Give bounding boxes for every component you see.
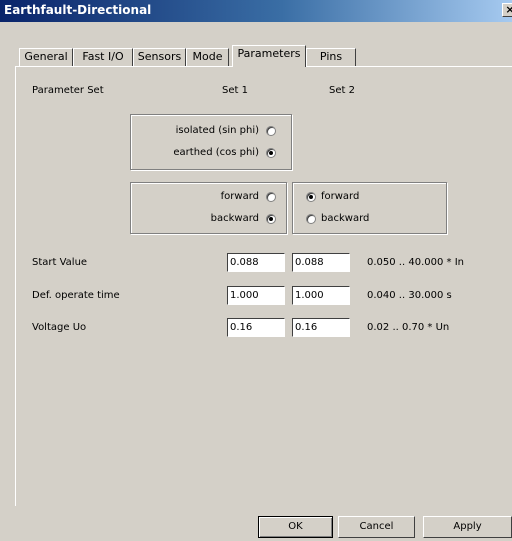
cancel-button[interactable]: Cancel	[338, 516, 415, 538]
isolated-label: isolated (sin phi)	[175, 125, 259, 136]
set2-backward-label: backward	[321, 213, 370, 224]
parameter-set-label: Parameter Set	[32, 85, 104, 96]
isolated-radio[interactable]	[266, 126, 276, 136]
voltage-uo-set1-input[interactable]	[227, 318, 285, 337]
set2-forward-radio[interactable]	[306, 192, 316, 202]
close-icon: ×	[505, 3, 512, 16]
grounding-group: isolated (sin phi) earthed (cos phi)	[130, 114, 292, 170]
parameters-panel: Parameter Set Set 1 Set 2 isolated (sin …	[15, 66, 512, 506]
set1-forward-label: forward	[220, 191, 259, 202]
set1-header: Set 1	[222, 85, 248, 96]
tab-fast-io[interactable]: Fast I/O	[73, 48, 133, 66]
earthed-radio[interactable]	[266, 148, 276, 158]
close-button[interactable]: ×	[502, 3, 512, 17]
set1-backward-radio[interactable]	[266, 214, 276, 224]
set1-backward-label: backward	[210, 213, 259, 224]
tab-general[interactable]: General	[19, 48, 73, 66]
direction-set2-group: forward backward	[292, 182, 447, 234]
tab-sensors[interactable]: Sensors	[133, 48, 186, 66]
title-bar[interactable]: Earthfault-Directional ×	[0, 0, 512, 22]
dialog-window: Earthfault-Directional × General Fast I/…	[0, 0, 512, 541]
set2-backward-radio[interactable]	[306, 214, 316, 224]
start-value-range: 0.050 .. 40.000 * In	[367, 257, 464, 268]
direction-set1-group: forward backward	[130, 182, 287, 234]
operate-time-set1-input[interactable]	[227, 286, 285, 305]
operate-time-set2-input[interactable]	[292, 286, 350, 305]
apply-button[interactable]: Apply	[423, 516, 512, 538]
operate-time-range: 0.040 .. 30.000 s	[367, 290, 452, 301]
window-title: Earthfault-Directional	[4, 3, 152, 17]
start-value-set1-input[interactable]	[227, 253, 285, 272]
set2-forward-label: forward	[321, 191, 360, 202]
voltage-uo-set2-input[interactable]	[292, 318, 350, 337]
set2-header: Set 2	[329, 85, 355, 96]
operate-time-label: Def. operate time	[32, 290, 120, 301]
voltage-uo-range: 0.02 .. 0.70 * Un	[367, 322, 450, 333]
ok-button[interactable]: OK	[258, 516, 333, 538]
tab-parameters[interactable]: Parameters	[232, 45, 306, 67]
voltage-uo-label: Voltage Uo	[32, 322, 87, 333]
set1-forward-radio[interactable]	[266, 192, 276, 202]
start-value-label: Start Value	[32, 257, 88, 268]
earthed-label: earthed (cos phi)	[173, 147, 259, 158]
start-value-set2-input[interactable]	[292, 253, 350, 272]
tab-mode[interactable]: Mode	[186, 48, 229, 66]
tab-pins[interactable]: Pins	[306, 48, 356, 66]
